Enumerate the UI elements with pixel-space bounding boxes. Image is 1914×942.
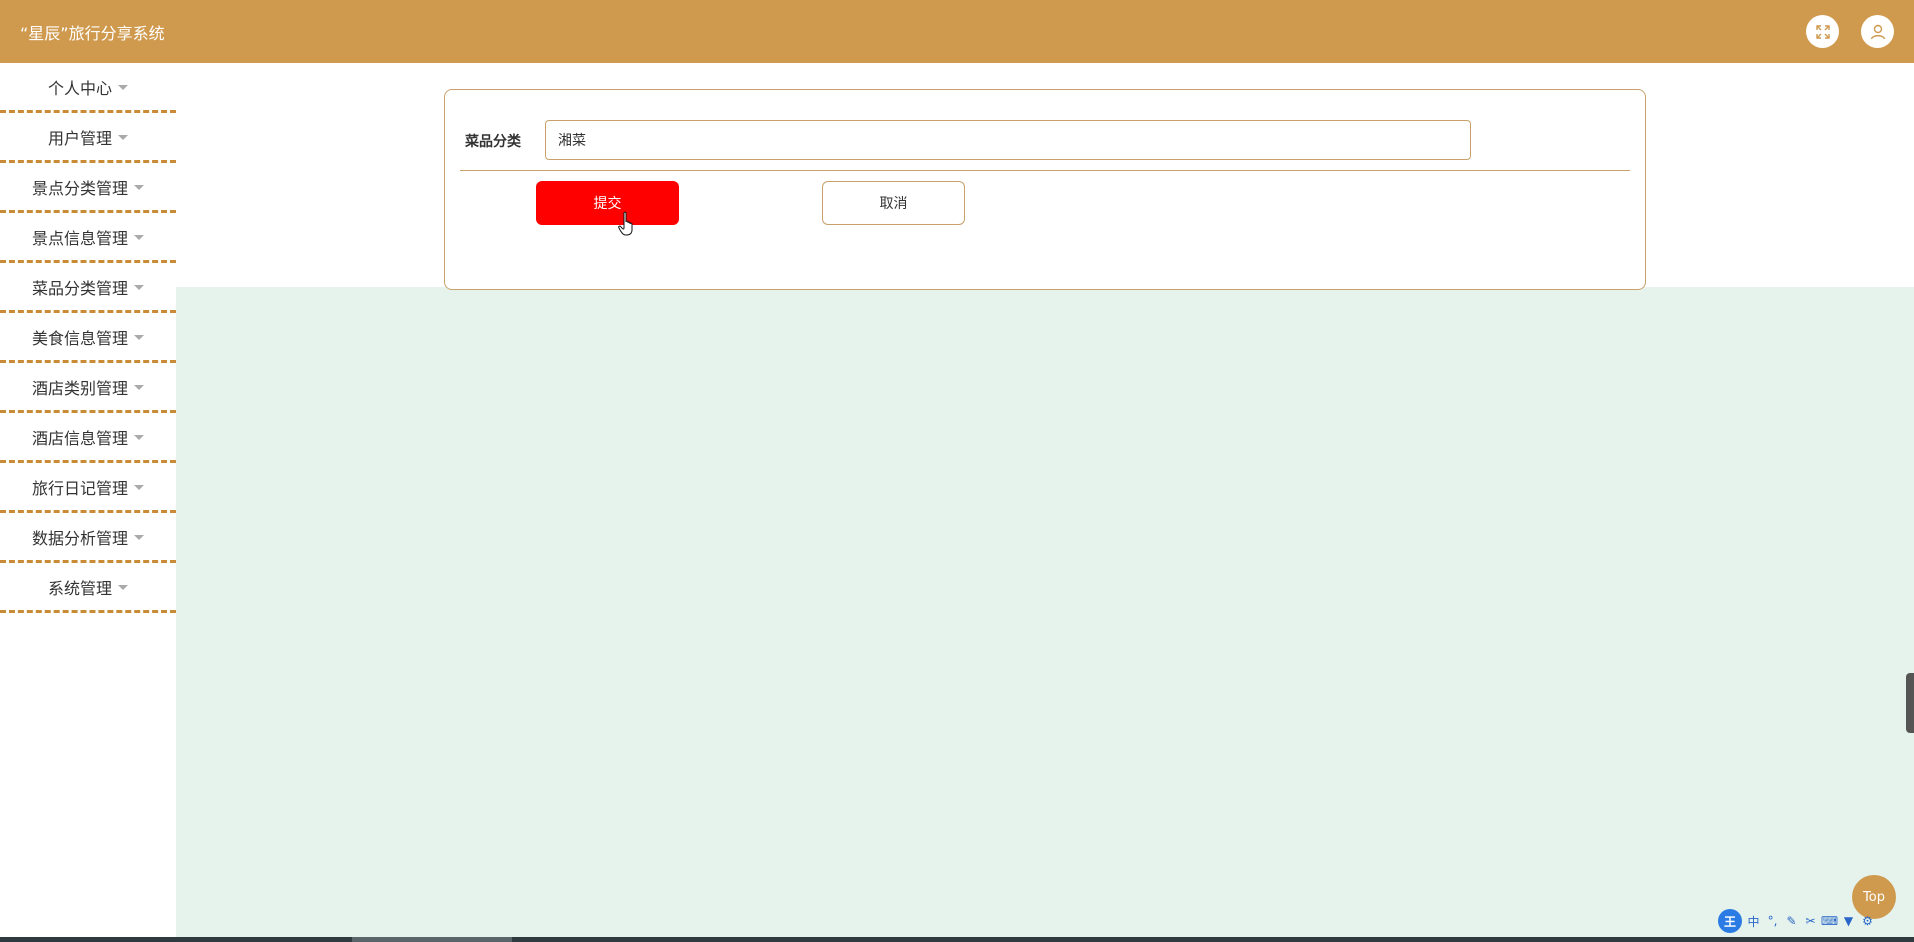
content-area — [176, 287, 1914, 937]
sidebar-item-travel-diary[interactable]: 旅行日记管理 — [0, 463, 176, 513]
user-icon — [1870, 24, 1885, 39]
top-header: “星辰”旅行分享系统 — [0, 0, 1914, 63]
sidebar-item-personal-center[interactable]: 个人中心 — [0, 63, 176, 113]
sidebar-item-dish-category[interactable]: 菜品分类管理 — [0, 263, 176, 313]
dish-category-label: 菜品分类 — [465, 134, 521, 150]
ime-logo-icon[interactable]: 王 — [1718, 909, 1742, 933]
sidebar-item-label: 酒店信息管理 — [31, 428, 128, 448]
caret-down-icon — [134, 185, 144, 190]
dish-category-form: 菜品分类 提交 取消 — [444, 89, 1646, 290]
caret-down-icon — [118, 585, 128, 590]
shirt-icon[interactable]: ▼ — [1841, 914, 1856, 929]
caret-down-icon — [134, 535, 144, 540]
caret-down-icon — [134, 485, 144, 490]
sidebar-item-label: 菜品分类管理 — [31, 278, 128, 298]
sidebar-item-system-management[interactable]: 系统管理 — [0, 563, 176, 613]
sidebar-item-hotel-info[interactable]: 酒店信息管理 — [0, 413, 176, 463]
sidebar-item-label: 酒店类别管理 — [31, 378, 128, 398]
user-button[interactable] — [1861, 15, 1894, 48]
sidebar-item-label: 景点信息管理 — [31, 228, 128, 248]
caret-down-icon — [134, 435, 144, 440]
pen-icon[interactable]: ✎ — [1784, 914, 1799, 929]
caret-down-icon — [134, 285, 144, 290]
submit-button[interactable]: 提交 — [536, 181, 679, 225]
sidebar-item-label: 系统管理 — [47, 578, 112, 598]
taskbar-active-item[interactable] — [352, 937, 512, 942]
sidebar-item-label: 旅行日记管理 — [31, 478, 128, 498]
app-title: “星辰”旅行分享系统 — [20, 24, 165, 43]
sidebar-item-label: 美食信息管理 — [31, 328, 128, 348]
sidebar: 个人中心 用户管理 景点分类管理 景点信息管理 菜品分类管理 美食信息管理 酒店… — [0, 63, 176, 942]
sidebar-item-label: 景点分类管理 — [31, 178, 128, 198]
settings-gear-icon[interactable]: ⚙ — [1860, 914, 1875, 929]
fullscreen-button[interactable] — [1806, 15, 1839, 48]
form-divider — [460, 170, 1630, 171]
ime-toolbar: 王 中 °, ✎ ✂ ⌨ ▼ ⚙ — [1718, 908, 1914, 934]
punctuation-icon[interactable]: °, — [1765, 914, 1780, 929]
expand-icon — [1815, 24, 1830, 39]
sidebar-item-user-management[interactable]: 用户管理 — [0, 113, 176, 163]
sidebar-item-food-info[interactable]: 美食信息管理 — [0, 313, 176, 363]
sidebar-item-label: 个人中心 — [47, 78, 112, 98]
caret-down-icon — [134, 335, 144, 340]
sidebar-item-attraction-category[interactable]: 景点分类管理 — [0, 163, 176, 213]
cancel-button[interactable]: 取消 — [822, 181, 965, 225]
caret-down-icon — [118, 85, 128, 90]
scissors-icon[interactable]: ✂ — [1803, 914, 1818, 929]
sidebar-item-label: 数据分析管理 — [31, 528, 128, 548]
caret-down-icon — [134, 235, 144, 240]
caret-down-icon — [134, 385, 144, 390]
ime-mode-label[interactable]: 中 — [1746, 914, 1761, 929]
caret-down-icon — [118, 135, 128, 140]
taskbar — [0, 937, 1914, 942]
side-drawer-tab[interactable] — [1906, 673, 1914, 733]
sidebar-item-hotel-category[interactable]: 酒店类别管理 — [0, 363, 176, 413]
dish-category-input[interactable] — [545, 120, 1471, 160]
hand-cursor-icon — [618, 211, 633, 236]
sidebar-item-label: 用户管理 — [47, 128, 112, 148]
keyboard-icon[interactable]: ⌨ — [1821, 914, 1838, 929]
sidebar-item-data-analysis[interactable]: 数据分析管理 — [0, 513, 176, 563]
sidebar-item-attraction-info[interactable]: 景点信息管理 — [0, 213, 176, 263]
